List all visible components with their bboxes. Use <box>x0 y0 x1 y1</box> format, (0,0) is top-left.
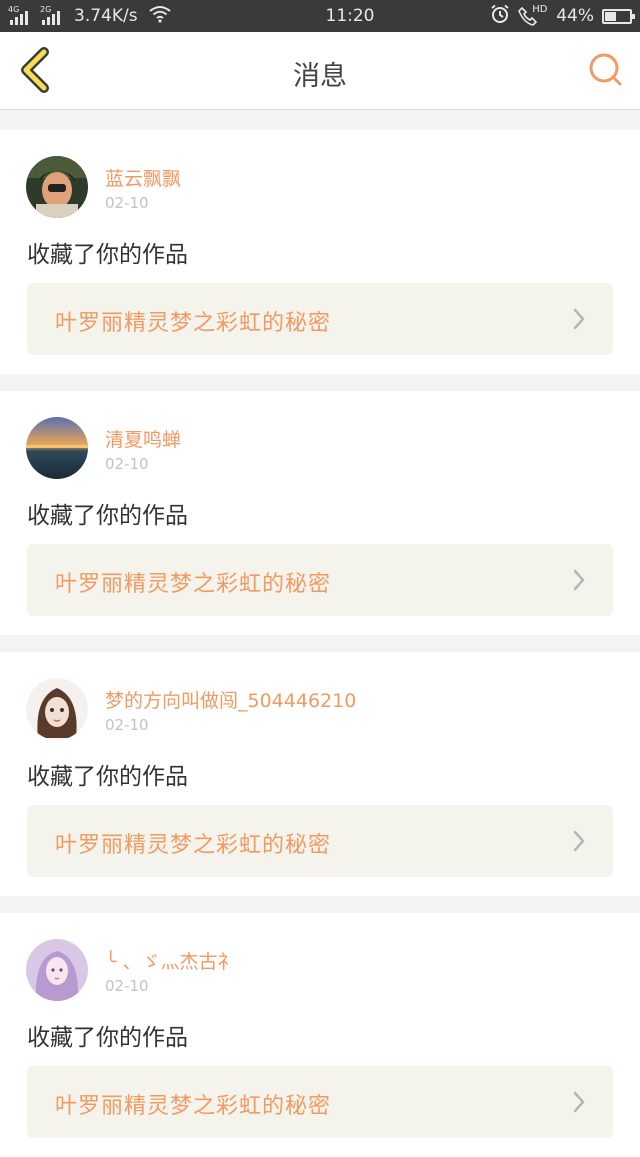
message-card: ╰ 、ゞ灬杰古礻 02-10 收藏了你的作品 叶罗丽精灵梦之彩虹的秘密 <box>0 913 640 1157</box>
message-date: 02-10 <box>105 194 149 212</box>
wifi-icon <box>148 5 172 28</box>
status-left: 4G 2G 3.74K/s <box>8 5 248 28</box>
chevron-right-icon <box>573 1091 585 1113</box>
avatar[interactable] <box>26 417 88 479</box>
message-card: 清夏鸣蝉 02-10 收藏了你的作品 叶罗丽精灵梦之彩虹的秘密 <box>0 391 640 635</box>
network-speed: 3.74K/s <box>74 6 138 26</box>
message-date: 02-10 <box>105 455 149 473</box>
hd-call-icon: HD <box>518 4 548 26</box>
search-icon <box>589 53 622 86</box>
signal-2g-icon: 2G <box>40 5 68 26</box>
work-title: 叶罗丽精灵梦之彩虹的秘密 <box>55 572 332 597</box>
user-name[interactable]: 清夏鸣蝉 <box>105 425 181 452</box>
message-text: 收藏了你的作品 <box>27 503 188 529</box>
header-bar: 消息 <box>0 32 640 110</box>
work-link[interactable]: 叶罗丽精灵梦之彩虹的秘密 <box>27 1066 613 1138</box>
user-name[interactable]: 蓝云飘飘 <box>105 164 181 191</box>
message-text: 收藏了你的作品 <box>27 1025 188 1051</box>
signal-4g-icon: 4G <box>8 5 36 26</box>
avatar[interactable] <box>26 939 88 1001</box>
message-date: 02-10 <box>105 977 149 995</box>
work-title: 叶罗丽精灵梦之彩虹的秘密 <box>55 833 332 858</box>
status-right: HD 44% <box>472 4 635 29</box>
avatar[interactable] <box>26 678 88 740</box>
message-text: 收藏了你的作品 <box>27 764 188 790</box>
work-title: 叶罗丽精灵梦之彩虹的秘密 <box>55 1094 332 1119</box>
chevron-right-icon <box>573 830 585 852</box>
hd-label: HD <box>532 4 548 15</box>
work-link[interactable]: 叶罗丽精灵梦之彩虹的秘密 <box>27 805 613 877</box>
work-title: 叶罗丽精灵梦之彩虹的秘密 <box>55 311 332 336</box>
avatar[interactable] <box>26 156 88 218</box>
user-name[interactable]: ╰ 、ゞ灬杰古礻 <box>105 947 236 974</box>
message-card: 蓝云飘飘 02-10 收藏了你的作品 叶罗丽精灵梦之彩虹的秘密 <box>0 130 640 374</box>
message-card: 梦的方向叫做闯_504446210 02-10 收藏了你的作品 叶罗丽精灵梦之彩… <box>0 652 640 896</box>
search-button[interactable] <box>586 50 626 90</box>
page-title: 消息 <box>293 61 347 92</box>
message-date: 02-10 <box>105 716 149 734</box>
user-name[interactable]: 梦的方向叫做闯_504446210 <box>105 686 356 713</box>
message-text: 收藏了你的作品 <box>27 242 188 268</box>
status-bar: 4G 2G 3.74K/s 11:20 HD 44% <box>0 0 640 32</box>
work-link[interactable]: 叶罗丽精灵梦之彩虹的秘密 <box>27 283 613 355</box>
chevron-right-icon <box>573 308 585 330</box>
chevron-right-icon <box>573 569 585 591</box>
status-time: 11:20 <box>325 6 375 26</box>
work-link[interactable]: 叶罗丽精灵梦之彩虹的秘密 <box>27 544 613 616</box>
battery-icon <box>602 8 635 24</box>
battery-percent: 44% <box>556 6 594 26</box>
alarm-icon <box>490 4 510 29</box>
